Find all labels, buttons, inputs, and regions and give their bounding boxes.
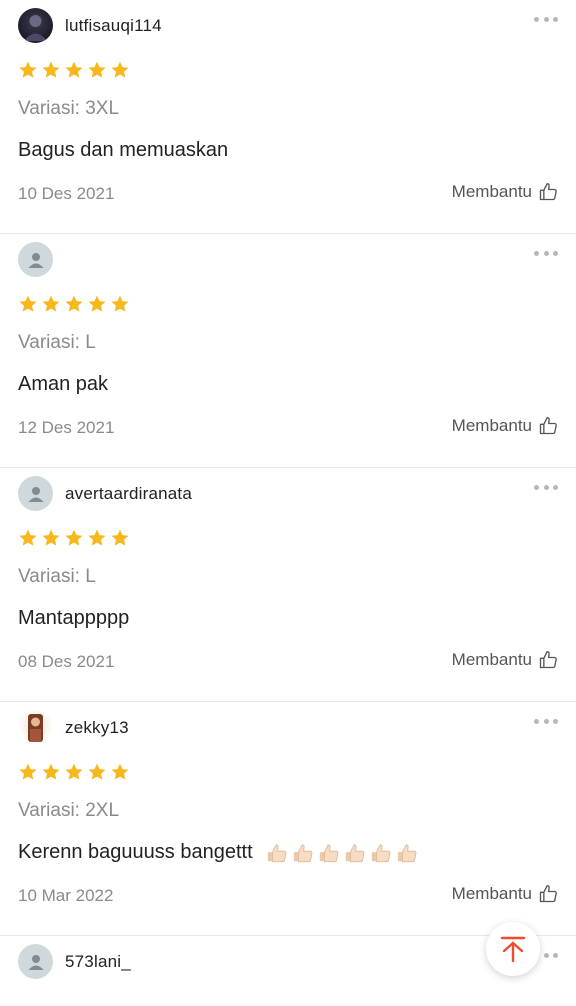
star-icon bbox=[111, 529, 129, 546]
helpful-label: Membantu bbox=[451, 182, 532, 201]
review-date: 10 Des 2021 bbox=[18, 184, 115, 203]
variant-label: Variasi: 2XL bbox=[18, 800, 120, 821]
thumbs-up-emoji-icon bbox=[268, 844, 287, 862]
star-icon bbox=[111, 763, 129, 780]
thumbs-up-emoji-icon bbox=[372, 844, 391, 862]
star-rating bbox=[18, 60, 130, 80]
review-date: 10 Mar 2022 bbox=[18, 886, 114, 905]
review-item: zekky13 Variasi: 2XL Kerenn baguuuss ban… bbox=[0, 702, 576, 936]
review-text: Aman pak bbox=[18, 373, 109, 395]
helpful-label: Membantu bbox=[451, 650, 532, 669]
review-item: Variasi: L Aman pak 12 Des 2021 Membantu bbox=[0, 234, 576, 468]
star-icon bbox=[42, 763, 60, 780]
star-icon bbox=[88, 763, 106, 780]
review-text: Mantappppp bbox=[18, 607, 130, 629]
username[interactable]: zekky13 bbox=[65, 718, 129, 738]
review-list: lutfisauqi114 Variasi: 3XL Bagus dan mem… bbox=[0, 0, 576, 1006]
thumbs-up-emoji-icon bbox=[346, 844, 365, 862]
review-item: lutfisauqi114 Variasi: 3XL Bagus dan mem… bbox=[0, 0, 576, 234]
helpful-label: Membantu bbox=[451, 416, 532, 435]
emoji-group bbox=[266, 842, 418, 864]
thumbs-up-outline-icon bbox=[539, 417, 557, 435]
star-icon bbox=[88, 529, 106, 546]
user-photo-icon bbox=[24, 15, 47, 41]
avatar[interactable] bbox=[18, 242, 53, 277]
avatar[interactable] bbox=[18, 476, 53, 511]
star-icon bbox=[65, 295, 83, 312]
star-icon bbox=[42, 61, 60, 78]
review-text-content: Kerenn baguuuss bangettt bbox=[18, 841, 253, 863]
username[interactable]: avertaardiranata bbox=[65, 484, 192, 504]
user-photo-icon bbox=[28, 714, 43, 742]
more-options-icon[interactable] bbox=[534, 718, 558, 724]
review-text: Bagus dan memuaskan bbox=[18, 139, 229, 161]
thumbs-up-emoji-icon bbox=[294, 844, 313, 862]
avatar[interactable] bbox=[18, 8, 53, 43]
username[interactable]: 573lani_ bbox=[65, 952, 131, 972]
star-icon bbox=[19, 295, 37, 312]
star-icon bbox=[65, 529, 83, 546]
star-rating bbox=[18, 294, 130, 314]
review-date: 08 Des 2021 bbox=[18, 652, 115, 671]
thumbs-up-outline-icon bbox=[539, 183, 557, 201]
thumbs-up-outline-icon bbox=[539, 885, 557, 903]
more-options-icon[interactable] bbox=[534, 16, 558, 22]
thumbs-up-outline-icon bbox=[539, 651, 557, 669]
helpful-button[interactable]: Membantu bbox=[452, 416, 558, 436]
avatar[interactable] bbox=[18, 944, 53, 979]
thumbs-up-emoji-icon bbox=[320, 844, 339, 862]
star-icon bbox=[111, 61, 129, 78]
default-user-icon bbox=[28, 252, 43, 268]
helpful-button[interactable]: Membantu bbox=[452, 650, 558, 670]
more-options-icon[interactable] bbox=[534, 250, 558, 256]
username[interactable]: lutfisauqi114 bbox=[65, 16, 162, 36]
more-options-icon[interactable] bbox=[534, 484, 558, 490]
star-rating bbox=[18, 762, 130, 782]
scroll-to-top-button[interactable] bbox=[486, 922, 540, 976]
avatar[interactable] bbox=[18, 710, 53, 745]
star-icon bbox=[65, 763, 83, 780]
review-date: 12 Des 2021 bbox=[18, 418, 115, 437]
helpful-button[interactable]: Membantu bbox=[452, 884, 558, 904]
star-icon bbox=[65, 61, 83, 78]
variant-label: Variasi: L bbox=[18, 332, 96, 353]
variant-label: Variasi: L bbox=[18, 566, 96, 587]
star-icon bbox=[19, 763, 37, 780]
star-rating bbox=[18, 528, 130, 548]
default-user-icon bbox=[28, 486, 43, 502]
star-icon bbox=[88, 295, 106, 312]
review-text: Kerenn baguuuss bangettt bbox=[18, 841, 418, 864]
variant-label: Variasi: 3XL bbox=[18, 98, 120, 119]
thumbs-up-emoji-icon bbox=[398, 844, 417, 862]
helpful-label: Membantu bbox=[451, 884, 532, 903]
star-icon bbox=[42, 529, 60, 546]
star-icon bbox=[42, 295, 60, 312]
star-icon bbox=[19, 529, 37, 546]
helpful-button[interactable]: Membantu bbox=[452, 182, 558, 202]
star-icon bbox=[111, 295, 129, 312]
star-icon bbox=[88, 61, 106, 78]
star-icon bbox=[19, 61, 37, 78]
default-user-icon bbox=[28, 954, 43, 970]
arrow-up-to-top-icon bbox=[500, 936, 526, 963]
review-item: avertaardiranata Variasi: L Mantappppp 0… bbox=[0, 468, 576, 702]
